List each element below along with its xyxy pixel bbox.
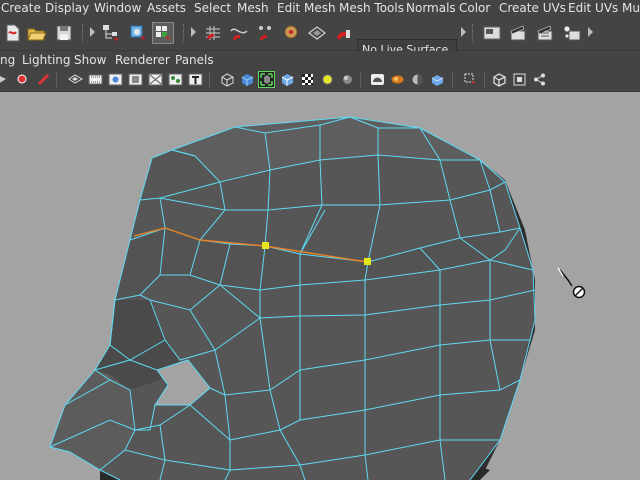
menu-normals[interactable]: Normals — [406, 0, 456, 16]
toolbar-separator — [484, 72, 488, 87]
frame-all-icon[interactable] — [512, 72, 527, 87]
safe-action-icon[interactable] — [168, 72, 183, 87]
resolution-gate-icon[interactable] — [108, 72, 123, 87]
menu-more[interactable]: Mu — [622, 0, 640, 16]
select-by-component-icon[interactable] — [152, 22, 174, 44]
image-plane-icon[interactable] — [36, 72, 51, 87]
grid-icon[interactable] — [68, 72, 83, 87]
use-all-lights-icon[interactable] — [300, 72, 315, 87]
gate-mask-icon[interactable] — [128, 72, 143, 87]
share-node-icon[interactable] — [532, 72, 547, 87]
snap-to-curve-icon[interactable] — [229, 23, 249, 43]
camera-attributes-icon[interactable] — [0, 72, 11, 87]
menu-edit-uvs[interactable]: Edit UVs — [568, 0, 618, 16]
snap-to-view-plane-icon[interactable] — [307, 23, 327, 43]
safe-title-icon[interactable] — [188, 72, 203, 87]
xray-components-icon[interactable] — [430, 72, 445, 87]
cube-display-icon[interactable] — [492, 72, 507, 87]
new-scene-icon[interactable] — [3, 23, 23, 43]
menu-create-uvs[interactable]: Create UVs — [499, 0, 566, 16]
smooth-shade-icon[interactable] — [240, 72, 255, 87]
3d-viewport[interactable] — [0, 92, 640, 480]
xray-joints-icon[interactable] — [410, 72, 425, 87]
head-mesh-wireframe[interactable] — [0, 92, 640, 480]
select-by-hierarchy-icon[interactable] — [101, 23, 121, 43]
save-scene-icon[interactable] — [54, 23, 74, 43]
make-live-icon[interactable] — [333, 23, 353, 43]
selected-vertex[interactable] — [262, 242, 269, 249]
status-line-toolbar: No Live Surface — [0, 16, 640, 59]
toolbar-separator — [209, 72, 213, 87]
panel-menu-renderer[interactable]: Renderer — [115, 51, 170, 69]
panel-toolbar — [0, 69, 640, 92]
shadows-icon[interactable] — [320, 72, 335, 87]
menu-mesh[interactable]: Mesh — [237, 0, 269, 16]
xray-icon[interactable] — [390, 72, 405, 87]
panel-menubar: ng Lighting Show Renderer Panels — [0, 51, 640, 69]
snap-to-point-icon[interactable] — [255, 23, 275, 43]
open-scene-icon[interactable] — [26, 23, 46, 43]
selected-vertex[interactable] — [364, 258, 371, 265]
select-camera-icon[interactable] — [463, 72, 478, 87]
toolbar-collapse-arrow[interactable] — [588, 27, 593, 37]
menu-mesh-tools[interactable]: Mesh Tools — [339, 0, 404, 16]
panel-menu-shading[interactable]: ng — [0, 51, 15, 69]
toolbar-separator — [452, 72, 456, 87]
bookmark-icon[interactable] — [16, 72, 31, 87]
menu-display[interactable]: Display — [45, 0, 89, 16]
wireframe-on-shaded-icon[interactable] — [258, 71, 275, 88]
tool-cursor-icon — [557, 267, 586, 299]
ambient-occlusion-icon[interactable] — [340, 72, 355, 87]
toolbar-separator — [360, 72, 364, 87]
field-chart-icon[interactable] — [148, 72, 163, 87]
menu-assets[interactable]: Assets — [147, 0, 186, 16]
toolbar-collapse-arrow[interactable] — [461, 27, 466, 37]
panel-menu-show[interactable]: Show — [74, 51, 106, 69]
toolbar-separator — [183, 24, 187, 42]
panel-menu-lighting[interactable]: Lighting — [22, 51, 71, 69]
ipr-render-icon[interactable] — [535, 23, 555, 43]
menu-create[interactable]: Create — [1, 0, 41, 16]
wireframe-icon[interactable] — [220, 72, 235, 87]
panel-menu-panels[interactable]: Panels — [175, 51, 214, 69]
menu-window[interactable]: Window — [94, 0, 141, 16]
menu-edit-mesh[interactable]: Edit Mesh — [277, 0, 336, 16]
menu-color[interactable]: Color — [459, 0, 490, 16]
render-icon[interactable] — [508, 23, 528, 43]
toolbar-separator — [472, 24, 476, 42]
toolbar-separator — [56, 72, 60, 87]
render-view-icon[interactable] — [482, 23, 502, 43]
toolbar-separator — [82, 24, 86, 42]
menu-select[interactable]: Select — [194, 0, 231, 16]
select-by-object-icon[interactable] — [128, 23, 148, 43]
isolate-select-icon[interactable] — [370, 72, 385, 87]
render-settings-icon[interactable] — [562, 23, 582, 43]
textured-icon[interactable] — [280, 72, 295, 87]
film-gate-icon[interactable] — [88, 72, 103, 87]
snap-to-projected-center-icon[interactable] — [281, 23, 301, 43]
main-menubar: Create Display Window Assets Select Mesh… — [0, 0, 640, 16]
toolbar-collapse-arrow[interactable] — [90, 27, 95, 37]
snap-to-grid-icon[interactable] — [203, 23, 223, 43]
toolbar-collapse-arrow[interactable] — [191, 27, 196, 37]
